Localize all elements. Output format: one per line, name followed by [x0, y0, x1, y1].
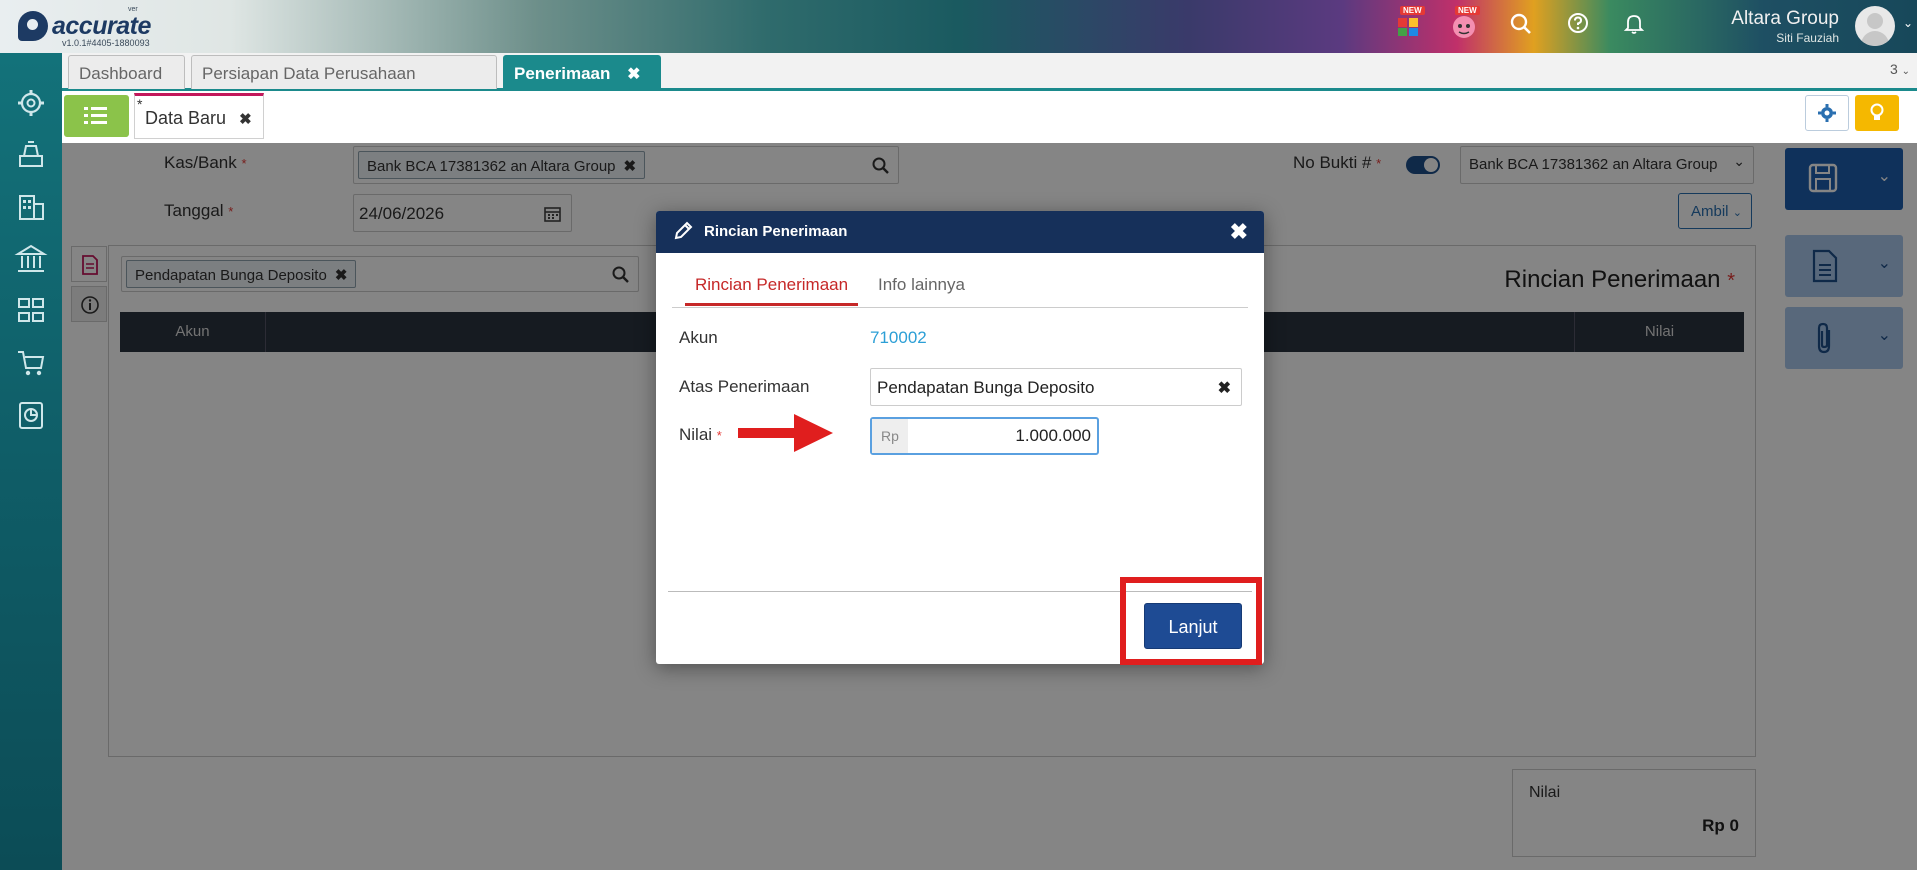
logo-superscript: ver [128, 6, 138, 13]
tab-data-baru[interactable]: * Data Baru ✖ [134, 93, 264, 139]
lightbulb-button[interactable] [1855, 95, 1899, 131]
modal-header: Rincian Penerimaan ✖ [656, 211, 1264, 253]
settings-button[interactable] [1805, 95, 1849, 131]
subtab-row: * Data Baru ✖ [62, 91, 1917, 143]
cart-icon[interactable] [14, 346, 48, 380]
tab-info-lainnya[interactable]: Info lainnya [878, 275, 965, 303]
close-icon[interactable]: ✖ [239, 111, 252, 128]
atas-penerimaan-label: Atas Penerimaan [679, 377, 810, 396]
pencil-icon [674, 221, 693, 240]
nilai-input[interactable]: Rp 1.000.000 [870, 417, 1099, 455]
company-name[interactable]: Altara Group [1731, 8, 1839, 30]
red-highlight-box [1120, 577, 1262, 665]
building-icon[interactable] [14, 190, 48, 224]
module-tabs: Dashboard Persiapan Data Perusahaan Pene… [62, 53, 1917, 91]
nilai-value: 1.000.000 [1015, 426, 1091, 445]
bell-icon[interactable] [1619, 12, 1649, 42]
red-arrow-annotation [738, 414, 833, 452]
close-icon[interactable]: ✖ [627, 66, 640, 83]
close-icon[interactable]: ✖ [1230, 219, 1248, 245]
app-version: v1.0.1#4405-1880093 [62, 38, 150, 48]
inventory-icon[interactable] [14, 294, 48, 328]
clear-icon[interactable]: ✖ [1218, 378, 1231, 398]
gear-icon[interactable] [14, 86, 48, 120]
subtab-label: Data Baru [145, 108, 227, 128]
currency-prefix: Rp [872, 419, 908, 453]
tab-count[interactable]: 3 ⌄ [1883, 61, 1917, 77]
logo-text: accurate [52, 12, 151, 40]
report-icon[interactable] [14, 398, 48, 432]
tab-count-value: 3 [1889, 61, 1898, 77]
tab-penerimaan[interactable]: Penerimaan ✖ [503, 55, 661, 89]
chevron-down-icon: ⌄ [1901, 66, 1911, 77]
akun-label: Akun [679, 328, 718, 347]
akun-value[interactable]: 710002 [870, 328, 927, 348]
unsaved-marker: * [137, 96, 143, 112]
tab-divider [672, 307, 1248, 308]
atas-penerimaan-value: Pendapatan Bunga Deposito [877, 378, 1095, 397]
chevron-down-icon[interactable]: ⌄ [1903, 16, 1913, 30]
new-badge: NEW [1400, 6, 1425, 15]
user-name[interactable]: Siti Fauziah [1776, 31, 1839, 45]
tab-dashboard[interactable]: Dashboard [68, 55, 185, 89]
accurate-logo-icon [18, 11, 48, 41]
modal-title: Rincian Penerimaan [704, 223, 848, 240]
new-badge: NEW [1455, 6, 1480, 15]
cash-register-icon[interactable] [14, 138, 48, 172]
tab-rincian-penerimaan[interactable]: Rincian Penerimaan [685, 275, 859, 306]
top-bar: accurate ver v1.0.1#4405-1880093 NEW NEW… [0, 0, 1917, 53]
search-icon[interactable] [1506, 12, 1536, 42]
help-icon[interactable] [1563, 12, 1593, 42]
sidebar [0, 53, 62, 870]
assistant-avatar-icon[interactable] [1449, 12, 1479, 42]
list-view-button[interactable] [64, 95, 129, 137]
nilai-label: Nilai * [679, 425, 722, 444]
tab-persiapan-data-perusahaan[interactable]: Persiapan Data Perusahaan [191, 55, 497, 89]
tab-label: Penerimaan [514, 64, 611, 83]
apps-grid-icon[interactable] [1394, 12, 1424, 42]
atas-penerimaan-input[interactable]: Pendapatan Bunga Deposito ✖ [870, 368, 1242, 406]
user-avatar[interactable] [1855, 6, 1895, 46]
bank-icon[interactable] [14, 242, 48, 276]
